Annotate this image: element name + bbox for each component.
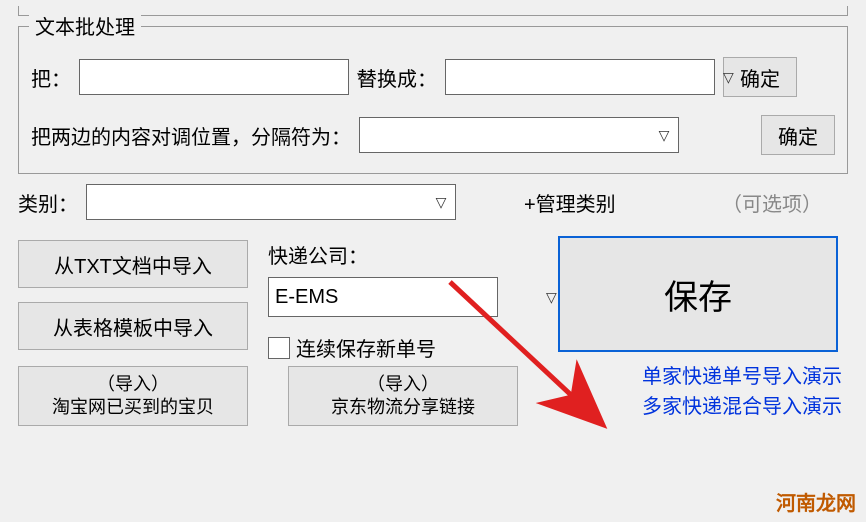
chevron-down-icon: ▽ [546, 289, 557, 306]
swap-delimiter-combo[interactable]: ▽ [359, 117, 679, 153]
replace-from-label: 把： [31, 63, 71, 92]
optional-hint: （可选项） [722, 188, 822, 217]
import-txt-button[interactable]: 从TXT文档中导入 [18, 240, 248, 288]
replace-to-combo[interactable]: ▽ [445, 59, 715, 95]
single-courier-demo-link[interactable]: 单家快递单号导入演示 [642, 362, 842, 392]
category-combo[interactable]: ▽ [86, 184, 456, 220]
swap-label: 把两边的内容对调位置，分隔符为： [31, 121, 351, 150]
category-input[interactable] [87, 185, 427, 219]
swap-confirm-button[interactable]: 确定 [761, 115, 835, 155]
courier-col: 快递公司： ▽ 连续保存新单号 [268, 240, 528, 362]
courier-label: 快递公司： [268, 240, 528, 269]
continuous-save-label: 连续保存新单号 [296, 333, 436, 362]
fieldset-legend: 文本批处理 [29, 11, 141, 40]
taobao-line2: 淘宝网已买到的宝贝 [52, 396, 214, 419]
courier-input[interactable] [269, 278, 546, 316]
manage-category-link[interactable]: +管理类别 [524, 188, 616, 217]
continuous-save-checkbox[interactable] [268, 337, 290, 359]
lower-panel: 类别： ▽ +管理类别 （可选项） 从TXT文档中导入 从表格模板中导入 快递公… [0, 174, 866, 362]
jd-line2: 京东物流分享链接 [331, 396, 475, 419]
courier-combo[interactable]: ▽ [268, 277, 498, 317]
demo-links: 单家快递单号导入演示 多家快递混合导入演示 [642, 362, 842, 422]
replace-confirm-button[interactable]: 确定 [723, 57, 797, 97]
replace-to-input[interactable] [446, 60, 723, 94]
swap-row: 把两边的内容对调位置，分隔符为： ▽ 确定 [31, 115, 835, 155]
import-template-button[interactable]: 从表格模板中导入 [18, 302, 248, 350]
import-buttons-col: 从TXT文档中导入 从表格模板中导入 [18, 240, 248, 362]
taobao-line1: （导入） [97, 373, 169, 396]
continuous-save-row: 连续保存新单号 [268, 333, 528, 362]
category-row: 类别： ▽ +管理类别 （可选项） [18, 184, 848, 220]
swap-delimiter-input[interactable] [360, 118, 650, 152]
top-frame-fragment [18, 6, 848, 16]
text-batch-fieldset: 文本批处理 把： ▽ 替换成： ▽ 确定 把两边的内容对调位置，分隔符为： ▽ … [18, 26, 848, 174]
replace-row: 把： ▽ 替换成： ▽ 确定 [31, 57, 835, 97]
replace-from-input[interactable] [80, 60, 357, 94]
save-button[interactable]: 保存 [558, 236, 838, 352]
watermark: 河南龙网 [776, 487, 856, 516]
chevron-down-icon: ▽ [650, 127, 678, 144]
category-label: 类别： [18, 188, 78, 217]
replace-from-combo[interactable]: ▽ [79, 59, 349, 95]
replace-to-label: 替换成： [357, 63, 437, 92]
multi-courier-demo-link[interactable]: 多家快递混合导入演示 [642, 392, 842, 422]
chevron-down-icon: ▽ [427, 194, 455, 211]
import-taobao-button[interactable]: （导入） 淘宝网已买到的宝贝 [18, 366, 248, 426]
jd-line1: （导入） [367, 373, 439, 396]
import-jd-button[interactable]: （导入） 京东物流分享链接 [288, 366, 518, 426]
